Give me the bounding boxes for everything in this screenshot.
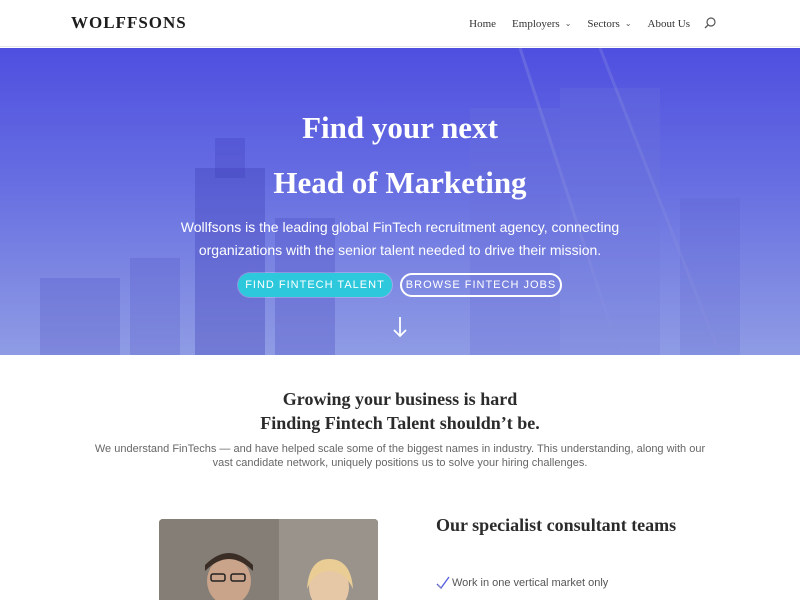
nav-item-sectors[interactable]: Sectors ⌄ xyxy=(587,18,631,30)
checkmark-icon xyxy=(436,576,450,590)
city-background-image xyxy=(0,48,800,355)
hero-section: Find your next Head of Marketing Wollfso… xyxy=(0,48,800,355)
site-header: WOLFFSONS Home Employers ⌄ Sectors ⌄ Abo… xyxy=(0,0,800,47)
team-photo xyxy=(159,519,378,600)
search-icon[interactable] xyxy=(704,17,717,30)
teams-section-title: Our specialist consultant teams xyxy=(436,515,677,535)
hero-subtitle: Wollfsons is the leading global FinTech … xyxy=(180,219,620,258)
list-item-label: Work in one vertical market only xyxy=(452,577,609,589)
main-nav: Home Employers ⌄ Sectors ⌄ About Us xyxy=(469,17,717,30)
list-item: Work in one vertical market only xyxy=(436,576,608,590)
find-fintech-talent-button[interactable]: FIND FINTECH TALENT xyxy=(238,273,392,297)
chevron-down-icon: ⌄ xyxy=(624,19,632,28)
nav-item-employers[interactable]: Employers ⌄ xyxy=(512,18,571,30)
hero-title-line2: Head of Marketing xyxy=(273,165,527,200)
site-logo[interactable]: WOLFFSONS xyxy=(71,13,187,33)
nav-label-sectors: Sectors xyxy=(587,17,620,30)
chevron-down-icon: ⌄ xyxy=(564,19,572,28)
intro-heading-line1: Growing your business is hard xyxy=(282,389,518,409)
nav-label-about: About Us xyxy=(647,17,690,30)
nav-item-about[interactable]: About Us xyxy=(648,18,690,30)
nav-item-home[interactable]: Home xyxy=(469,18,496,30)
intro-paragraph: We understand FinTechs — and have helped… xyxy=(94,443,706,469)
browse-fintech-jobs-button[interactable]: BROWSE FINTECH JOBS xyxy=(400,273,562,297)
nav-label-employers: Employers xyxy=(512,17,560,30)
nav-label-home: Home xyxy=(469,17,497,30)
arrow-down-icon[interactable] xyxy=(392,315,408,339)
hero-title-line1: Find your next xyxy=(302,110,498,145)
intro-heading-line2: Finding Fintech Talent shouldn’t be. xyxy=(260,413,540,433)
